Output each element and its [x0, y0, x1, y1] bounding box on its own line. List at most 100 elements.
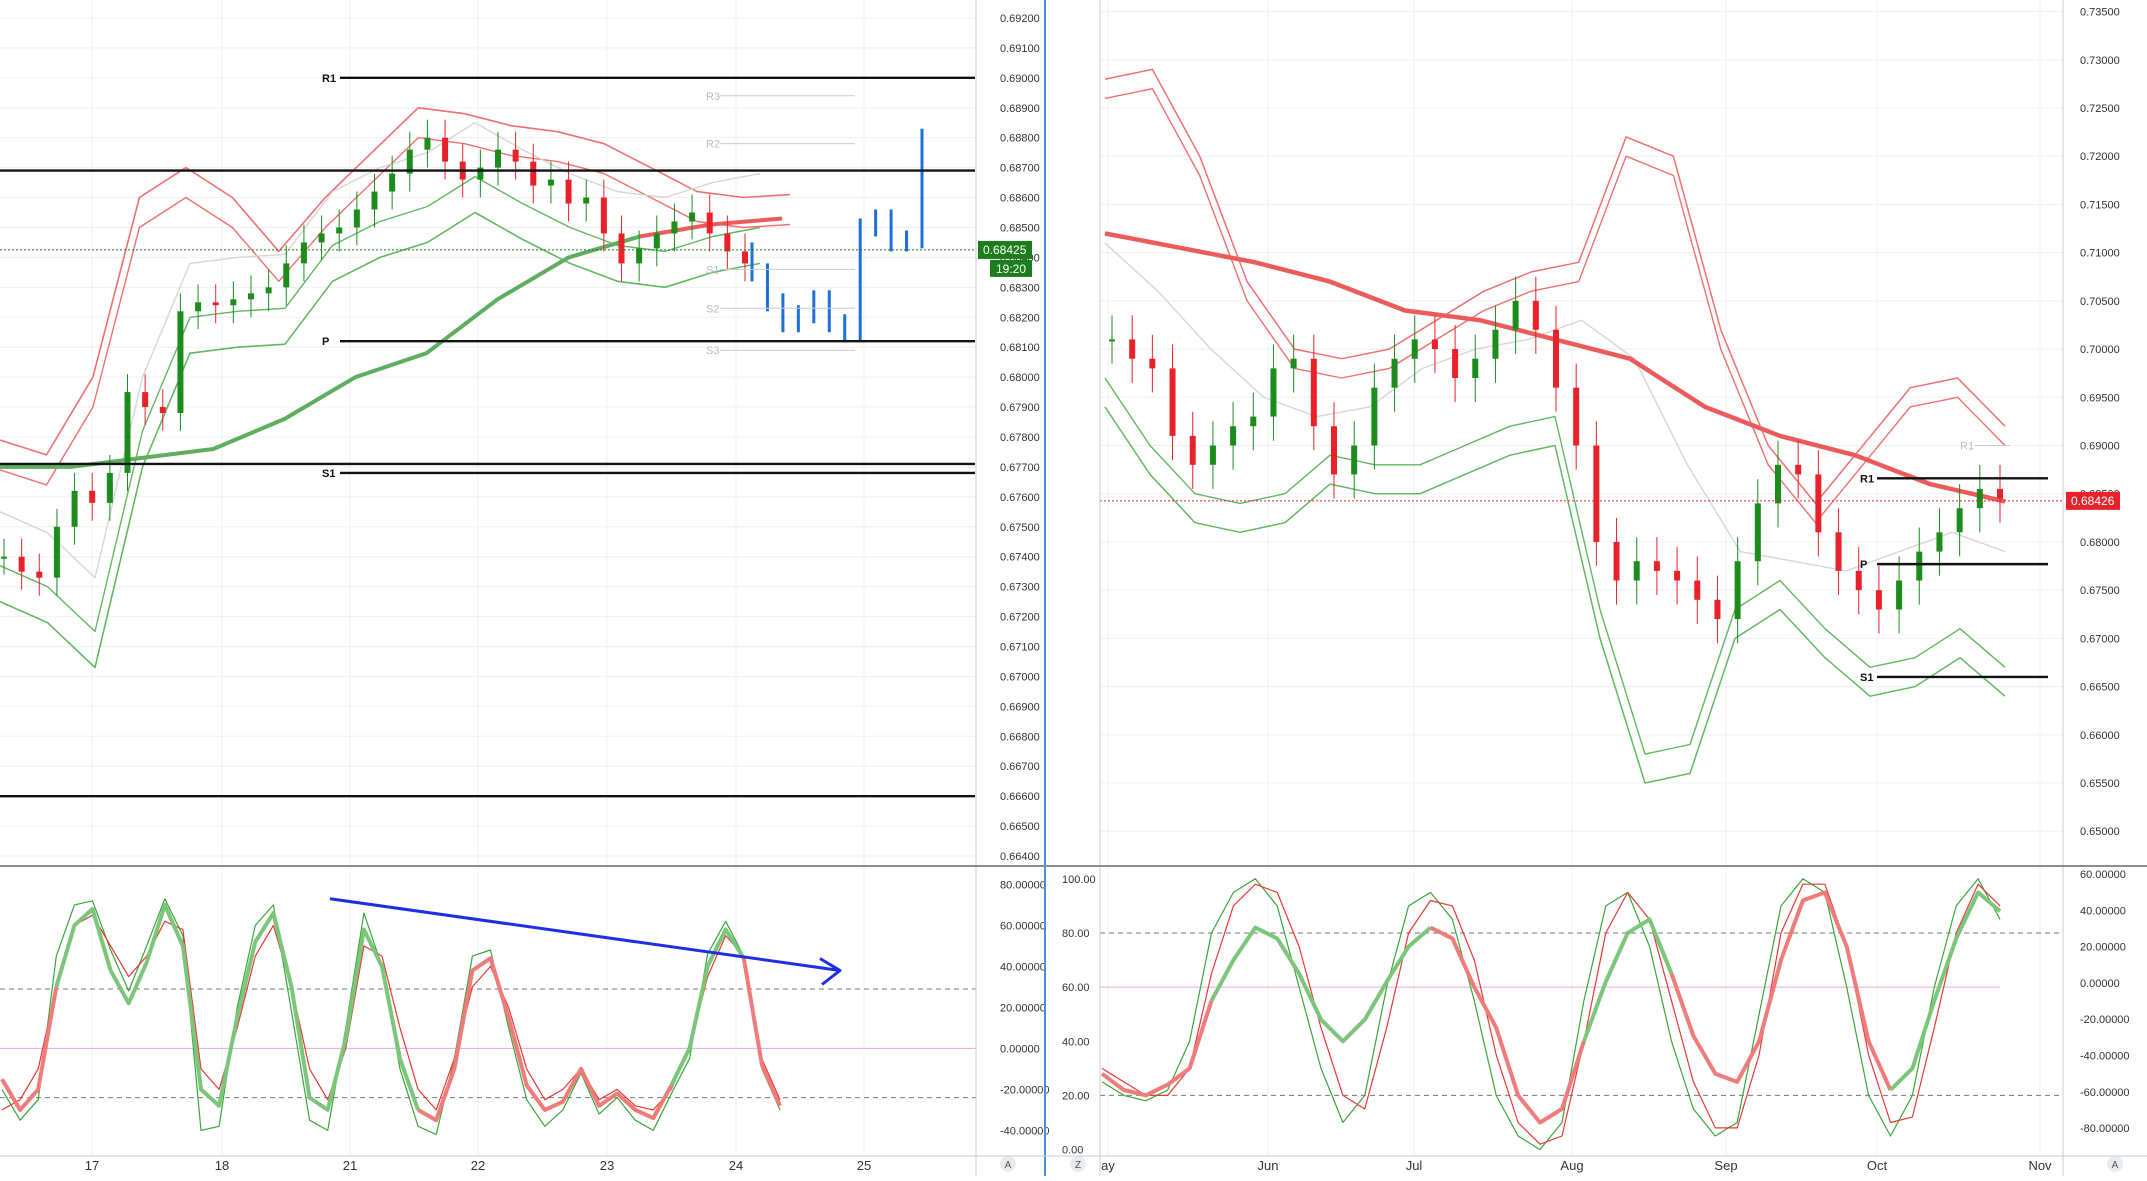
candle-body[interactable] [1, 556, 7, 559]
candle-body[interactable] [248, 293, 254, 300]
left-oscillator-pane[interactable]: 80.00000 60.00000 40.00000 20.00000 0.00000 -… [0, 868, 1050, 1173]
candle-body[interactable] [1936, 532, 1943, 552]
candle-body[interactable] [1270, 368, 1277, 417]
candle-body[interactable] [18, 556, 25, 572]
candle-body[interactable] [653, 233, 660, 249]
divergence-arrow[interactable] [329, 897, 841, 972]
candle-body[interactable] [1169, 368, 1176, 436]
candle-body[interactable] [724, 233, 731, 252]
faint-level-label: S2 [706, 303, 719, 315]
candle-body[interactable] [283, 263, 290, 288]
candle-body[interactable] [36, 571, 43, 578]
candle-body[interactable] [124, 392, 131, 473]
osc-slow-line [1101, 883, 2001, 1145]
candle-body[interactable] [300, 242, 307, 264]
candle-body[interactable] [547, 179, 554, 186]
candle-body[interactable] [1472, 358, 1479, 379]
candle-body[interactable] [89, 490, 96, 503]
candle-body[interactable] [1997, 488, 2003, 499]
candle-body[interactable] [1694, 580, 1701, 600]
candle-body[interactable] [195, 302, 202, 312]
candle-body[interactable] [1250, 416, 1257, 427]
candle-body[interactable] [1290, 358, 1297, 369]
candle-body[interactable] [1431, 339, 1438, 350]
candle-body[interactable] [212, 302, 219, 306]
candle-body[interactable] [336, 227, 343, 234]
dual-chart-canvas[interactable]: 0.69200 0.69100 0.69000 0.68900 0.68800 0.687… [0, 0, 2147, 1176]
candle-body[interactable] [583, 197, 590, 204]
candle-body[interactable] [1149, 358, 1156, 369]
candle-body[interactable] [1916, 551, 1923, 581]
y-tick-label: 0.68000 [1000, 372, 1040, 384]
candle-body[interactable] [71, 490, 78, 527]
candle-body[interactable] [1492, 329, 1499, 359]
candle-body[interactable] [424, 137, 431, 150]
pivot-level-label: S1 [1860, 672, 1873, 684]
candle-body[interactable] [1351, 445, 1358, 475]
chart-workspace[interactable]: 0.69200 0.69100 0.69000 0.68900 0.68800 0.687… [0, 0, 2147, 1176]
candle-body[interactable] [1189, 435, 1196, 465]
candle-body[interactable] [530, 161, 537, 186]
candle-body[interactable] [1976, 488, 1983, 509]
candle-body[interactable] [1754, 503, 1761, 562]
candle-body[interactable] [742, 251, 748, 264]
candle-body[interactable] [1109, 339, 1115, 342]
candle-body[interactable] [371, 191, 378, 210]
candle-body[interactable] [1896, 580, 1903, 610]
candle-body[interactable] [353, 209, 360, 228]
candle-body[interactable] [671, 221, 678, 234]
candle-body[interactable] [1835, 532, 1842, 571]
candle-body[interactable] [1875, 590, 1882, 610]
candle-body[interactable] [1714, 599, 1721, 620]
candle-body[interactable] [1371, 387, 1378, 446]
candle-body[interactable] [1230, 426, 1237, 446]
right-price-pane[interactable]: 0.73500 0.73000 0.72500 0.72000 0.71500 0.710… [1100, 0, 2120, 865]
candle-body[interactable] [1815, 474, 1822, 533]
candle-body[interactable] [142, 392, 149, 408]
candle-body[interactable] [1411, 339, 1418, 359]
candle-body[interactable] [389, 173, 396, 192]
candle-body[interactable] [1633, 561, 1640, 581]
candle-body[interactable] [495, 149, 501, 168]
left-price-pane[interactable]: 0.69200 0.69100 0.69000 0.68900 0.68800 0.687… [0, 0, 1040, 865]
candle-body[interactable] [1775, 464, 1781, 504]
candle-body[interactable] [1613, 541, 1620, 581]
candle-body[interactable] [600, 197, 607, 234]
candle-body[interactable] [1734, 561, 1741, 620]
right-oscillator-pane[interactable]: 100.00 80.00 60.00 40.00 20.00 0.00 60.00000 40… [1062, 868, 2130, 1173]
candle-body[interactable] [1674, 570, 1681, 581]
candle-body[interactable] [1209, 445, 1216, 465]
candle-body[interactable] [159, 407, 166, 414]
candle-body[interactable] [442, 137, 449, 162]
candle-body[interactable] [106, 472, 113, 503]
candle-body[interactable] [1532, 300, 1539, 330]
candle-body[interactable] [318, 233, 325, 243]
osc-tick-label: -20.00000 [1000, 1084, 1050, 1096]
candle-body[interactable] [618, 233, 625, 264]
candle-body[interactable] [1331, 426, 1337, 475]
candle-body[interactable] [1129, 339, 1136, 359]
candle-body[interactable] [1593, 445, 1600, 542]
candle-body[interactable] [265, 287, 272, 294]
candle-body[interactable] [1452, 349, 1459, 379]
candle-body[interactable] [636, 248, 643, 264]
candle-body[interactable] [565, 179, 572, 204]
candle-body[interactable] [1956, 508, 1963, 533]
candle-body[interactable] [53, 526, 60, 578]
candle-body[interactable] [689, 212, 696, 222]
candle-body[interactable] [1553, 329, 1559, 388]
candle-body[interactable] [1512, 300, 1519, 330]
candle-body[interactable] [1795, 464, 1802, 475]
candle-body[interactable] [1573, 387, 1580, 446]
pivot-level-label: S1 [322, 468, 335, 480]
osc-thick-up [1582, 917, 1674, 1042]
candle-body[interactable] [1310, 358, 1317, 427]
candle-body[interactable] [512, 149, 519, 162]
candle-body[interactable] [706, 212, 713, 234]
candle-body[interactable] [177, 311, 184, 414]
candle-body[interactable] [230, 299, 237, 306]
zoom-button-label: Z [1075, 1160, 1081, 1171]
candle-body[interactable] [1855, 570, 1862, 591]
candle-body[interactable] [1653, 561, 1660, 571]
candle-body[interactable] [1391, 358, 1398, 388]
